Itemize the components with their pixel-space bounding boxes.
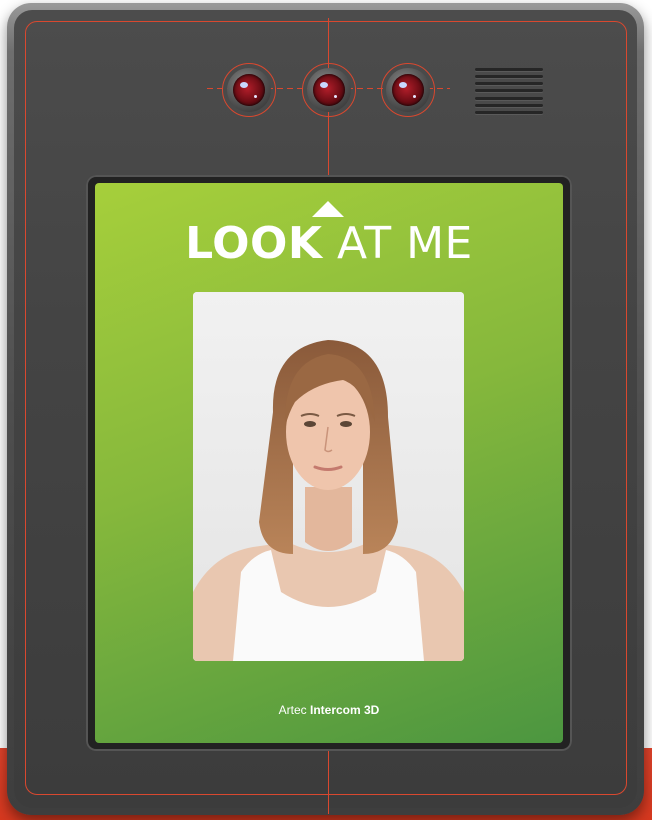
- headline-light: AT ME: [337, 218, 473, 269]
- camera-left: [222, 63, 276, 117]
- brand-prefix: Artec: [278, 703, 307, 717]
- camera-lens-icon: [313, 74, 345, 106]
- display-screen: LOOK AT ME Artec Intercom 3D: [95, 183, 563, 743]
- camera-center: [302, 63, 356, 117]
- face-photo: [193, 292, 464, 661]
- headline-bold: LOOK: [185, 218, 323, 269]
- center-guide-bottom: [328, 748, 329, 814]
- camera-lens-icon: [233, 74, 265, 106]
- speaker-grille-icon: [475, 68, 543, 114]
- camera-right: [381, 63, 435, 117]
- brand-product: Intercom 3D: [310, 703, 380, 717]
- camera-lens-icon: [392, 74, 424, 106]
- portrait-image: [193, 292, 464, 661]
- look-at-me-prompt: LOOK AT ME: [95, 218, 563, 270]
- arrow-up-icon: [312, 201, 344, 217]
- brand-label: Artec Intercom 3D: [95, 703, 563, 717]
